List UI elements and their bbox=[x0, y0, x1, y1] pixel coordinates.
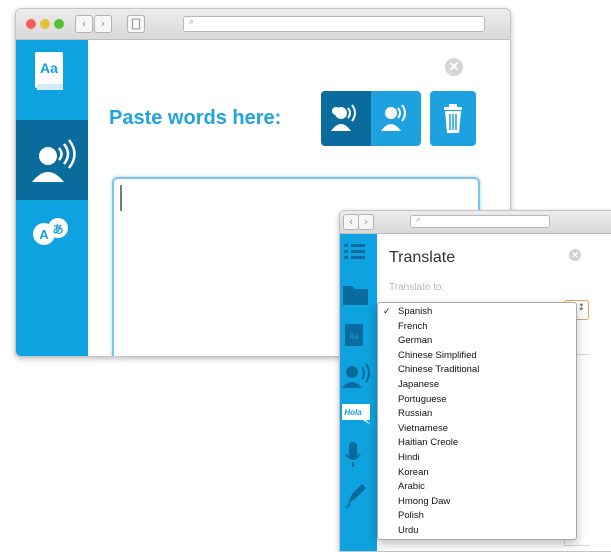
language-option-label: Chinese Simplified bbox=[398, 349, 477, 361]
trash-icon bbox=[444, 104, 462, 133]
two-speakers-icon bbox=[331, 104, 356, 131]
text-caret bbox=[120, 185, 122, 211]
svg-text:Aa: Aa bbox=[40, 60, 58, 76]
language-option-label: Hmong Daw bbox=[398, 495, 451, 507]
language-option-label: Polish bbox=[398, 510, 424, 522]
highlighter-icon bbox=[345, 484, 366, 509]
language-option-label: French bbox=[398, 320, 428, 332]
svg-text:あ: あ bbox=[53, 223, 64, 236]
translate-to-label: Translate to: bbox=[389, 282, 445, 293]
two-speakers-button[interactable] bbox=[321, 91, 371, 146]
svg-text:A: A bbox=[39, 227, 49, 242]
language-option-label: Portuguese bbox=[398, 393, 447, 405]
single-speaker-button[interactable] bbox=[371, 91, 421, 146]
folder-icon bbox=[343, 286, 368, 305]
language-option-label: Korean bbox=[398, 466, 429, 478]
window-titlebar: ‹ › ⌕ bbox=[16, 9, 510, 40]
language-option-label: Haitian Creole bbox=[398, 437, 459, 449]
language-option[interactable]: ✓ Spanish bbox=[378, 305, 576, 320]
language-option[interactable]: French bbox=[378, 320, 576, 335]
list-icon bbox=[344, 244, 365, 259]
svg-text:Aa: Aa bbox=[349, 332, 359, 341]
language-option[interactable]: Urdu bbox=[378, 524, 576, 539]
language-option-label: Russian bbox=[398, 408, 433, 420]
language-option-label: Arabic bbox=[398, 481, 425, 493]
tab-folder[interactable] bbox=[340, 274, 377, 314]
sidebar: Aa Hola bbox=[340, 234, 377, 551]
tab-microphone[interactable] bbox=[340, 434, 377, 474]
window-titlebar: ‹ › ⌕ bbox=[340, 211, 611, 234]
paste-words-title: Paste words here: bbox=[109, 107, 282, 129]
microphone-icon bbox=[345, 442, 361, 467]
language-option-label: Urdu bbox=[398, 524, 419, 536]
close-icon[interactable]: ✕ bbox=[569, 249, 581, 261]
tab-translate[interactable]: A あ bbox=[16, 200, 88, 280]
zoom-window-button[interactable] bbox=[54, 19, 64, 29]
language-option[interactable]: German bbox=[378, 334, 576, 349]
language-option[interactable]: Chinese Simplified bbox=[378, 349, 576, 364]
search-icon: ⌕ bbox=[416, 215, 421, 224]
language-option[interactable]: Japanese bbox=[378, 378, 576, 393]
tab-dictionary[interactable]: Aa bbox=[16, 40, 88, 120]
tab-translate[interactable]: Hola bbox=[340, 394, 377, 434]
tab-list[interactable] bbox=[340, 234, 377, 274]
language-option[interactable]: Hmong Daw bbox=[378, 495, 576, 510]
language-option[interactable]: Russian bbox=[378, 407, 576, 422]
forward-button[interactable]: › bbox=[94, 15, 112, 33]
close-icon[interactable]: ✕ bbox=[445, 58, 463, 76]
language-options: ✓ Spanish French German Chinese Simplified Ch… bbox=[378, 305, 576, 539]
sidebar: Aa A あ bbox=[16, 40, 88, 356]
language-option[interactable]: Haitian Creole bbox=[378, 436, 576, 451]
address-bar[interactable]: ⌕ bbox=[183, 16, 485, 32]
hola-speech-bubble-icon: Hola bbox=[342, 404, 371, 425]
language-option[interactable]: Portuguese bbox=[378, 393, 576, 408]
language-option-label: Japanese bbox=[398, 378, 440, 390]
bookmark-icon[interactable] bbox=[127, 15, 145, 33]
language-option[interactable]: Korean bbox=[378, 466, 576, 481]
language-option-label: Spanish bbox=[398, 306, 433, 317]
select-arrows-icon: ↕ bbox=[577, 303, 585, 313]
close-window-button[interactable] bbox=[26, 19, 36, 29]
language-option-label: German bbox=[398, 335, 433, 347]
search-icon: ⌕ bbox=[189, 17, 195, 27]
speaking-person-icon bbox=[32, 139, 76, 182]
delete-button[interactable] bbox=[430, 91, 476, 146]
dictionary-book-icon: Aa bbox=[35, 52, 63, 90]
language-option[interactable]: Arabic bbox=[378, 480, 576, 495]
minimize-window-button[interactable] bbox=[40, 19, 50, 29]
single-speaker-icon bbox=[381, 104, 406, 131]
speaking-person-icon bbox=[342, 363, 370, 388]
language-option-label: Vietnamese bbox=[398, 422, 448, 434]
language-option-label: Hindi bbox=[398, 451, 420, 463]
address-bar[interactable]: ⌕ bbox=[410, 215, 550, 228]
back-button[interactable]: ‹ bbox=[343, 214, 359, 230]
translate-title: Translate bbox=[389, 249, 456, 266]
tab-dictionary[interactable]: Aa bbox=[340, 314, 377, 354]
tab-highlighter[interactable] bbox=[340, 474, 377, 514]
translate-bubbles-icon: A あ bbox=[33, 218, 68, 245]
language-option-label: Chinese Traditional bbox=[398, 364, 480, 376]
checkmark-icon: ✓ bbox=[383, 307, 391, 317]
tab-speech[interactable] bbox=[340, 354, 377, 394]
tab-speech[interactable] bbox=[16, 120, 88, 200]
language-option[interactable]: Chinese Traditional bbox=[378, 363, 576, 378]
language-dropdown-menu: ✓ Spanish French German Chinese Simplified Ch… bbox=[377, 302, 577, 540]
forward-button[interactable]: › bbox=[358, 214, 374, 230]
language-option[interactable]: Hindi bbox=[378, 451, 576, 466]
language-option[interactable]: Vietnamese bbox=[378, 422, 576, 437]
dictionary-book-icon: Aa bbox=[345, 324, 363, 346]
back-button[interactable]: ‹ bbox=[75, 15, 93, 33]
hola-label: Hola bbox=[344, 408, 362, 417]
language-option[interactable]: Polish bbox=[378, 509, 576, 524]
